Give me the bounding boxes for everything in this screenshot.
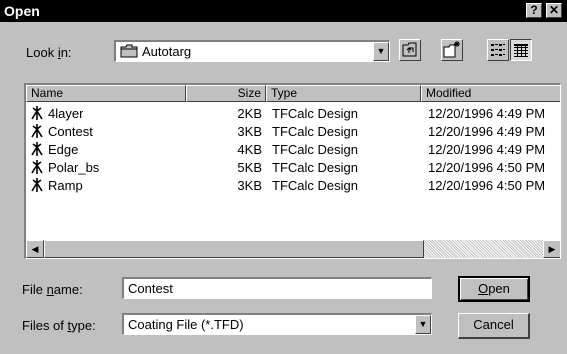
file-row[interactable]: Ramp 3KB TFCalc Design 12/20/1996 4:50 P… <box>26 177 556 195</box>
folder-icon <box>120 44 138 61</box>
file-row[interactable]: Contest 3KB TFCalc Design 12/20/1996 4:4… <box>26 123 556 141</box>
window-title: Open <box>4 3 40 19</box>
files-of-type-label: Files of type: <box>22 318 96 333</box>
file-size: 4KB <box>237 142 262 157</box>
new-folder-button[interactable] <box>441 39 463 61</box>
file-size: 2KB <box>237 106 262 121</box>
file-list[interactable]: Name Size Type Modified 4layer 2KB TFCal… <box>24 83 561 259</box>
horizontal-scrollbar[interactable]: ◀ ▶ <box>26 240 560 258</box>
file-row[interactable]: 4layer 2KB TFCalc Design 12/20/1996 4:49… <box>26 105 556 123</box>
details-view-icon <box>511 44 531 63</box>
look-in-label: Look in: <box>26 45 72 60</box>
file-name: Contest <box>48 124 93 139</box>
column-size-header[interactable]: Size <box>186 85 266 102</box>
file-name-label: File name: <box>22 282 83 297</box>
list-view-icon <box>488 44 508 63</box>
look-in-dropdown-button[interactable]: ▼ <box>373 42 389 61</box>
file-modified: 12/20/1996 4:49 PM <box>428 124 546 139</box>
file-size: 5KB <box>237 160 262 175</box>
list-header: Name Size Type Modified <box>26 85 560 102</box>
up-one-level-icon <box>400 42 420 63</box>
file-name-input[interactable]: Contest <box>122 277 432 299</box>
file-name: Edge <box>48 142 79 157</box>
title-bar: Open ? ✕ <box>0 0 567 22</box>
column-type-header[interactable]: Type <box>266 85 421 102</box>
list-view-button[interactable] <box>487 39 509 61</box>
file-name: Ramp <box>48 178 83 193</box>
up-one-level-button[interactable] <box>399 39 421 61</box>
tfcalc-design-icon <box>30 177 44 198</box>
file-name: 4layer <box>48 106 84 121</box>
column-modified-header[interactable]: Modified <box>421 85 560 102</box>
file-name: Polar_bs <box>48 160 100 175</box>
scroll-left-button[interactable]: ◀ <box>26 240 44 258</box>
file-modified: 12/20/1996 4:50 PM <box>428 160 546 175</box>
look-in-value: Autotarg <box>142 44 192 59</box>
details-view-button[interactable] <box>510 39 532 61</box>
file-row[interactable]: Edge 4KB TFCalc Design 12/20/1996 4:49 P… <box>26 141 556 159</box>
files-of-type-combo[interactable]: Coating File (*.TFD) ▼ <box>122 313 432 335</box>
help-button[interactable]: ? <box>526 3 542 18</box>
files-of-type-value: Coating File (*.TFD) <box>128 317 244 332</box>
file-size: 3KB <box>237 124 262 139</box>
open-button[interactable]: Open <box>458 276 530 302</box>
file-size: 3KB <box>237 178 262 193</box>
file-modified: 12/20/1996 4:50 PM <box>428 178 546 193</box>
files-of-type-dropdown-button[interactable]: ▼ <box>415 315 431 334</box>
file-type: TFCalc Design <box>272 142 358 157</box>
close-button[interactable]: ✕ <box>546 3 562 18</box>
file-modified: 12/20/1996 4:49 PM <box>428 142 546 157</box>
look-in-combo[interactable]: Autotarg ▼ <box>114 40 390 62</box>
file-type: TFCalc Design <box>272 124 358 139</box>
file-type: TFCalc Design <box>272 178 358 193</box>
scroll-thumb[interactable] <box>44 240 424 258</box>
file-row[interactable]: Polar_bs 5KB TFCalc Design 12/20/1996 4:… <box>26 159 556 177</box>
file-type: TFCalc Design <box>272 106 358 121</box>
new-folder-icon <box>442 41 462 63</box>
scroll-track[interactable] <box>424 240 543 258</box>
scroll-right-button[interactable]: ▶ <box>543 240 560 258</box>
file-name-value: Contest <box>128 281 173 296</box>
file-modified: 12/20/1996 4:49 PM <box>428 106 546 121</box>
column-name-header[interactable]: Name <box>26 85 186 102</box>
file-type: TFCalc Design <box>272 160 358 175</box>
cancel-button[interactable]: Cancel <box>458 313 530 339</box>
